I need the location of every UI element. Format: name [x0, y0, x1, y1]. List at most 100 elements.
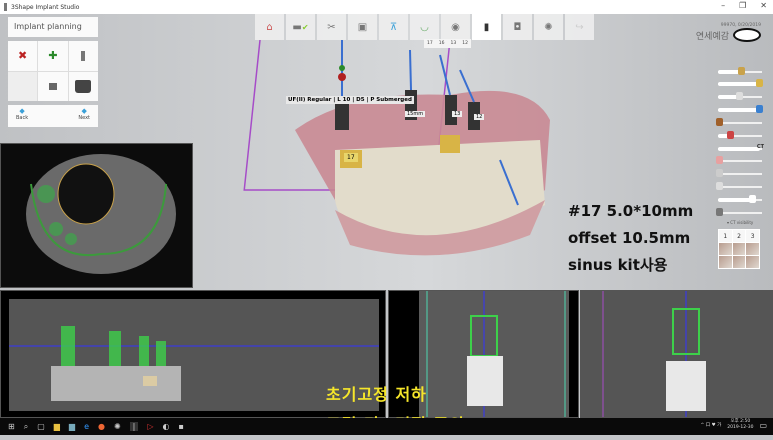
- jaw-icon[interactable]: [716, 182, 724, 190]
- slider-implant-blue[interactable]: [718, 105, 763, 113]
- workflow-bar: ⌂ ▬ ✔ ✂ ▣ ⊼ ◡ ◉ ▮ ◘ ✺ ↪: [255, 14, 594, 40]
- step-ct[interactable]: ▣: [348, 14, 377, 40]
- ct-visibility-text: CT visibility: [730, 220, 754, 225]
- back-button[interactable]: ◆ Back: [16, 107, 28, 125]
- app-icon[interactable]: ◐: [163, 422, 170, 431]
- view-cube-icon[interactable]: [746, 243, 760, 255]
- system-tray: ^ 口 ♥ 가 오후 2:50 2019-12-30 ▭: [701, 419, 767, 431]
- tray-icons[interactable]: ^ 口 ♥ 가: [701, 422, 722, 428]
- step-abutment[interactable]: ◘: [503, 14, 532, 40]
- view-cube-icon[interactable]: [719, 243, 732, 255]
- windows-start-icon[interactable]: ⊞: [8, 422, 15, 431]
- slider-fill: [718, 198, 754, 202]
- implant-button[interactable]: [68, 41, 98, 71]
- notification-icon[interactable]: ▭: [759, 421, 767, 430]
- view-cube-icon[interactable]: [732, 256, 746, 268]
- slider-contrast[interactable]: [716, 208, 762, 216]
- patient-name: 연세예감: [695, 31, 729, 42]
- step-arch[interactable]: ◡: [410, 14, 439, 40]
- view-cube-icon[interactable]: [732, 243, 746, 255]
- export-icon: ↪: [575, 21, 584, 33]
- file-explorer-icon[interactable]: ▆: [54, 422, 60, 431]
- slider-label: CT: [756, 144, 764, 150]
- rotation-handle[interactable]: [338, 73, 346, 81]
- next-label: Next: [78, 115, 90, 121]
- tooth-gold-icon[interactable]: [755, 79, 763, 87]
- delete-implant-button[interactable]: ✖: [8, 41, 38, 71]
- view-cube-icon[interactable]: [746, 256, 760, 268]
- implant-blue-icon[interactable]: [755, 105, 763, 113]
- tooth-white-icon[interactable]: [736, 92, 743, 100]
- step-scan[interactable]: ▬ ✔: [286, 14, 315, 40]
- move-handle[interactable]: [339, 65, 345, 71]
- title-bar: 3Shape Implant Studio – ❐ ✕: [0, 0, 773, 14]
- cross-section-view-2[interactable]: [580, 290, 773, 418]
- view-button-2[interactable]: 2: [732, 230, 746, 242]
- app-icon[interactable]: ▷: [147, 422, 153, 431]
- add-implant-button[interactable]: ✚: [38, 41, 68, 71]
- abutment-icon: [48, 82, 57, 90]
- abutment-button[interactable]: [38, 71, 68, 101]
- slider-ct[interactable]: CT: [718, 144, 764, 151]
- slider-tooth-gold[interactable]: [718, 79, 763, 87]
- clock[interactable]: 오후 2:50 2019-12-30: [727, 419, 753, 431]
- slider-crown[interactable]: [718, 67, 762, 75]
- implant-studio-icon[interactable]: |: [129, 422, 139, 431]
- step-segmentation[interactable]: ✂: [317, 14, 346, 40]
- ct-axial-view[interactable]: [0, 143, 193, 288]
- crown-icon[interactable]: [738, 67, 746, 75]
- maximize-button[interactable]: ❐: [739, 1, 746, 10]
- close-button[interactable]: ✕: [760, 1, 767, 10]
- task-view-icon[interactable]: ▢: [37, 422, 45, 431]
- nerve-icon[interactable]: [727, 131, 735, 139]
- tooth-tag-13[interactable]: 13: [452, 111, 463, 117]
- tooth-tag-12[interactable]: 12: [474, 114, 485, 120]
- guide-icon: ✺: [544, 21, 553, 33]
- step-tooth[interactable]: ◉: [441, 14, 470, 40]
- implant-tab-13[interactable]: 13: [450, 41, 456, 46]
- step-guide[interactable]: ✺: [534, 14, 563, 40]
- sleeve-icon: [75, 79, 92, 93]
- annotation-line: offset 10.5mm: [568, 229, 691, 247]
- ct-visibility-label[interactable]: ▾ CT visibility: [727, 220, 753, 225]
- implant-tab-17[interactable]: 17: [427, 41, 433, 46]
- view-button-1[interactable]: 1: [719, 230, 732, 242]
- align-icon: ⊼: [389, 21, 398, 33]
- view-cube-icon[interactable]: [719, 256, 732, 268]
- app-icon[interactable]: ✺: [114, 422, 121, 431]
- scan-icon[interactable]: [716, 169, 724, 177]
- sleeve-button[interactable]: [68, 71, 98, 101]
- view-button-3[interactable]: 3: [746, 230, 760, 242]
- implant-tab-16[interactable]: 16: [439, 41, 445, 46]
- next-button[interactable]: ◆ Next: [78, 107, 90, 125]
- slider-gingiva[interactable]: [716, 156, 762, 164]
- step-home[interactable]: ⌂: [255, 14, 284, 40]
- app-icon[interactable]: ▆: [69, 422, 75, 431]
- slider-model[interactable]: [716, 118, 762, 126]
- edge-icon[interactable]: e: [84, 422, 89, 431]
- arrow-left-icon: ◆: [19, 107, 25, 115]
- slider-jaw[interactable]: [716, 182, 762, 190]
- tooth-tag-15[interactable]: 15mm: [405, 111, 426, 117]
- brightness-icon[interactable]: [749, 195, 757, 203]
- slider-scan[interactable]: [716, 169, 762, 177]
- annotation-line: #17 5.0*10mm: [568, 202, 694, 220]
- abutment-13: [440, 135, 460, 153]
- model-icon[interactable]: [716, 118, 724, 126]
- slider-nerve[interactable]: [718, 131, 762, 139]
- search-icon[interactable]: ⌕: [24, 422, 28, 432]
- annotation-text: #17 5.0*10mm offset 10.5mm sinus kit사용: [568, 198, 693, 279]
- implant-icon: ▮: [483, 21, 490, 33]
- minimize-button[interactable]: –: [721, 1, 725, 10]
- tooth-tag-17[interactable]: 17: [344, 153, 358, 162]
- contrast-icon[interactable]: [716, 208, 724, 216]
- slider-brightness[interactable]: [718, 195, 762, 203]
- gingiva-icon[interactable]: [716, 156, 724, 164]
- step-implant[interactable]: ▮: [472, 14, 501, 40]
- app-icon[interactable]: ▪: [179, 422, 184, 431]
- step-export[interactable]: ↪: [565, 14, 594, 40]
- implant-tab-12[interactable]: 12: [462, 41, 468, 46]
- step-alignment[interactable]: ⊼: [379, 14, 408, 40]
- slider-tooth-white[interactable]: [718, 92, 762, 100]
- chrome-icon[interactable]: ●: [98, 422, 105, 431]
